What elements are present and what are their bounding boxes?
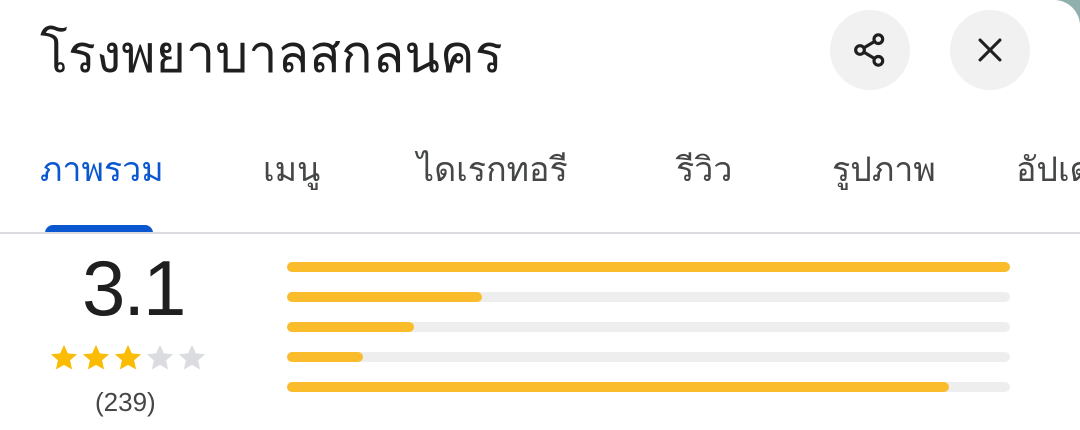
review-count[interactable]: (239) <box>95 384 156 420</box>
place-sheet-page: โรงพยาบาลสกลนคร ภาพรวม เมนู ไดเรกทอรี รี… <box>0 0 1080 430</box>
rating-value: 3.1 <box>82 244 186 332</box>
close-button[interactable] <box>950 10 1030 90</box>
rating-bar-fill <box>287 262 1010 272</box>
star-empty-icon <box>178 344 206 370</box>
rating-bar-track <box>287 292 1010 302</box>
share-button[interactable] <box>830 10 910 90</box>
rating-bar-fill <box>287 382 949 392</box>
rating-bar-track <box>287 382 1010 392</box>
rating-bar-track <box>287 352 1010 362</box>
share-icon <box>854 33 885 67</box>
tab-label: ไดเรกทอรี <box>417 150 568 190</box>
tab-label: ภาพรวม <box>40 150 164 190</box>
tabs-divider <box>0 232 1080 234</box>
tab-label: รีวิว <box>676 150 733 190</box>
place-details-sheet: โรงพยาบาลสกลนคร ภาพรวม เมนู ไดเรกทอรี รี… <box>0 0 1080 430</box>
place-title: โรงพยาบาลสกลนคร <box>40 25 503 85</box>
star-filled-icon <box>114 344 142 370</box>
rating-bar-fill <box>287 352 363 362</box>
star-empty-icon <box>146 344 174 370</box>
tab-label: เมนู <box>263 150 321 190</box>
rating-bar-track <box>287 262 1010 272</box>
star-filled-icon <box>82 344 110 370</box>
tab-label: อัปเด <box>1016 150 1080 190</box>
star-rating <box>48 342 208 376</box>
rating-bar-fill <box>287 322 414 332</box>
place-tabs: ภาพรวม เมนู ไดเรกทอรี รีวิว รูปภาพ อัปเด <box>0 140 1080 232</box>
rating-bar-track <box>287 322 1010 332</box>
rating-distribution <box>287 262 1010 412</box>
tab-label: รูปภาพ <box>832 150 936 190</box>
star-filled-icon <box>50 344 78 370</box>
rating-bar-fill <box>287 292 483 302</box>
close-icon <box>978 38 1002 62</box>
